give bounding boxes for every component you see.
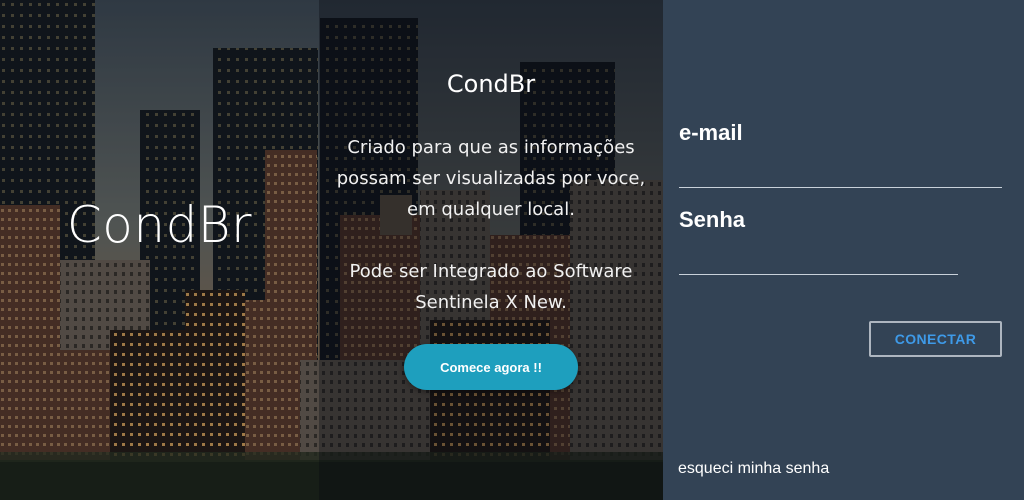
integration-text: Pode ser Integrado ao Software Sentinela…	[349, 261, 633, 313]
connect-button[interactable]: CONECTAR	[869, 321, 1002, 357]
start-now-button[interactable]: Comece agora !!	[404, 344, 578, 390]
intro-panel: CondBr Criado para que as informações po…	[319, 0, 663, 500]
password-field[interactable]	[679, 249, 958, 275]
login-panel: e-mail Senha CONECTAR esqueci minha senh…	[663, 0, 1024, 500]
intro-title: CondBr	[446, 70, 536, 98]
password-label: Senha	[679, 207, 746, 232]
email-field[interactable]	[679, 162, 1002, 188]
brand-logo-text: CondBr	[66, 196, 253, 254]
forgot-password-link[interactable]: esqueci minha senha	[678, 460, 829, 478]
intro-description: Criado para que as informações possam se…	[336, 137, 646, 220]
email-label: e-mail	[679, 120, 743, 145]
left-brand-panel: CondBr	[0, 0, 319, 500]
